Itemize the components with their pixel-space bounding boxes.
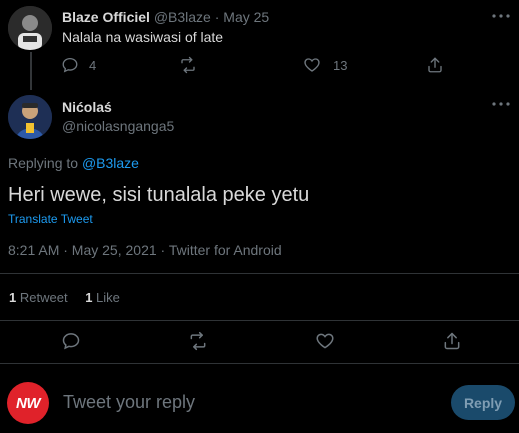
parent-handle[interactable]: @B3laze [154, 9, 211, 25]
more-icon [492, 14, 510, 18]
parent-retweet-button[interactable] [178, 55, 198, 75]
main-tweet-text: Heri wewe, sisi tunalala peke yetu [8, 184, 310, 206]
reply-icon [62, 333, 80, 350]
like-stat-label: Like [96, 290, 120, 305]
reply-icon [62, 57, 78, 73]
parent-like-button[interactable]: 13 [303, 55, 347, 75]
current-user-avatar-text: NW [16, 394, 41, 412]
reply-button-label: Reply [463, 394, 503, 411]
main-retweet-button[interactable] [187, 330, 209, 352]
main-avatar[interactable] [8, 95, 52, 139]
retweet-stat[interactable]: 1 Retweet [9, 290, 71, 305]
parent-avatar[interactable] [8, 6, 52, 50]
main-more-button[interactable] [491, 96, 511, 112]
retweet-count: 1 [9, 290, 17, 305]
main-handle[interactable]: @nicolasnganga5 [62, 118, 174, 134]
more-icon [492, 102, 510, 106]
like-icon [316, 333, 334, 349]
replying-to: Replying to @B3laze [8, 155, 139, 171]
replying-handle-link[interactable]: @B3laze [82, 155, 139, 171]
main-like-button[interactable] [314, 330, 336, 352]
retweet-icon [181, 56, 195, 74]
parent-like-count: 13 [333, 57, 348, 73]
like-stat-count: 1 [85, 290, 93, 305]
parent-more-button[interactable] [491, 8, 511, 24]
main-share-button[interactable] [441, 330, 463, 352]
parent-tweet-text: Nalala na wasiwasi of late [62, 29, 224, 45]
share-icon [444, 332, 460, 350]
parent-author-name[interactable]: Blaze Officiel [62, 9, 150, 25]
main-author-name[interactable]: Nićolaś [62, 99, 112, 115]
parent-separator: · [214, 9, 220, 25]
retweet-icon [190, 331, 206, 351]
like-stat[interactable]: 1 Like [85, 290, 120, 305]
main-reply-button[interactable] [60, 330, 82, 352]
current-user-avatar[interactable]: NW [7, 382, 49, 424]
share-icon [428, 57, 442, 73]
reply-button[interactable]: Reply [451, 385, 515, 420]
replying-prefix: Replying to [8, 155, 79, 171]
parent-reply-count: 4 [89, 57, 97, 73]
parent-share-button[interactable] [426, 55, 444, 75]
stats-row: 1 Retweet 1 Like [9, 290, 120, 305]
tweet-timestamp[interactable]: 8:21 AM · May 25, 2021 · Twitter for And… [8, 242, 282, 258]
translate-tweet-link[interactable]: Translate Tweet [8, 212, 93, 226]
divider-stats-actions [0, 320, 519, 321]
divider-top-stats [0, 273, 519, 274]
parent-header: Blaze Officiel @B3laze · May 25 [62, 9, 269, 25]
thread-line [30, 52, 32, 90]
divider-actions-reply [0, 363, 519, 364]
parent-date[interactable]: May 25 [223, 9, 269, 25]
retweet-label: Retweet [19, 290, 68, 305]
like-icon [304, 58, 320, 72]
parent-reply-button[interactable]: 4 [61, 55, 96, 75]
reply-input[interactable]: Tweet your reply [63, 392, 433, 413]
